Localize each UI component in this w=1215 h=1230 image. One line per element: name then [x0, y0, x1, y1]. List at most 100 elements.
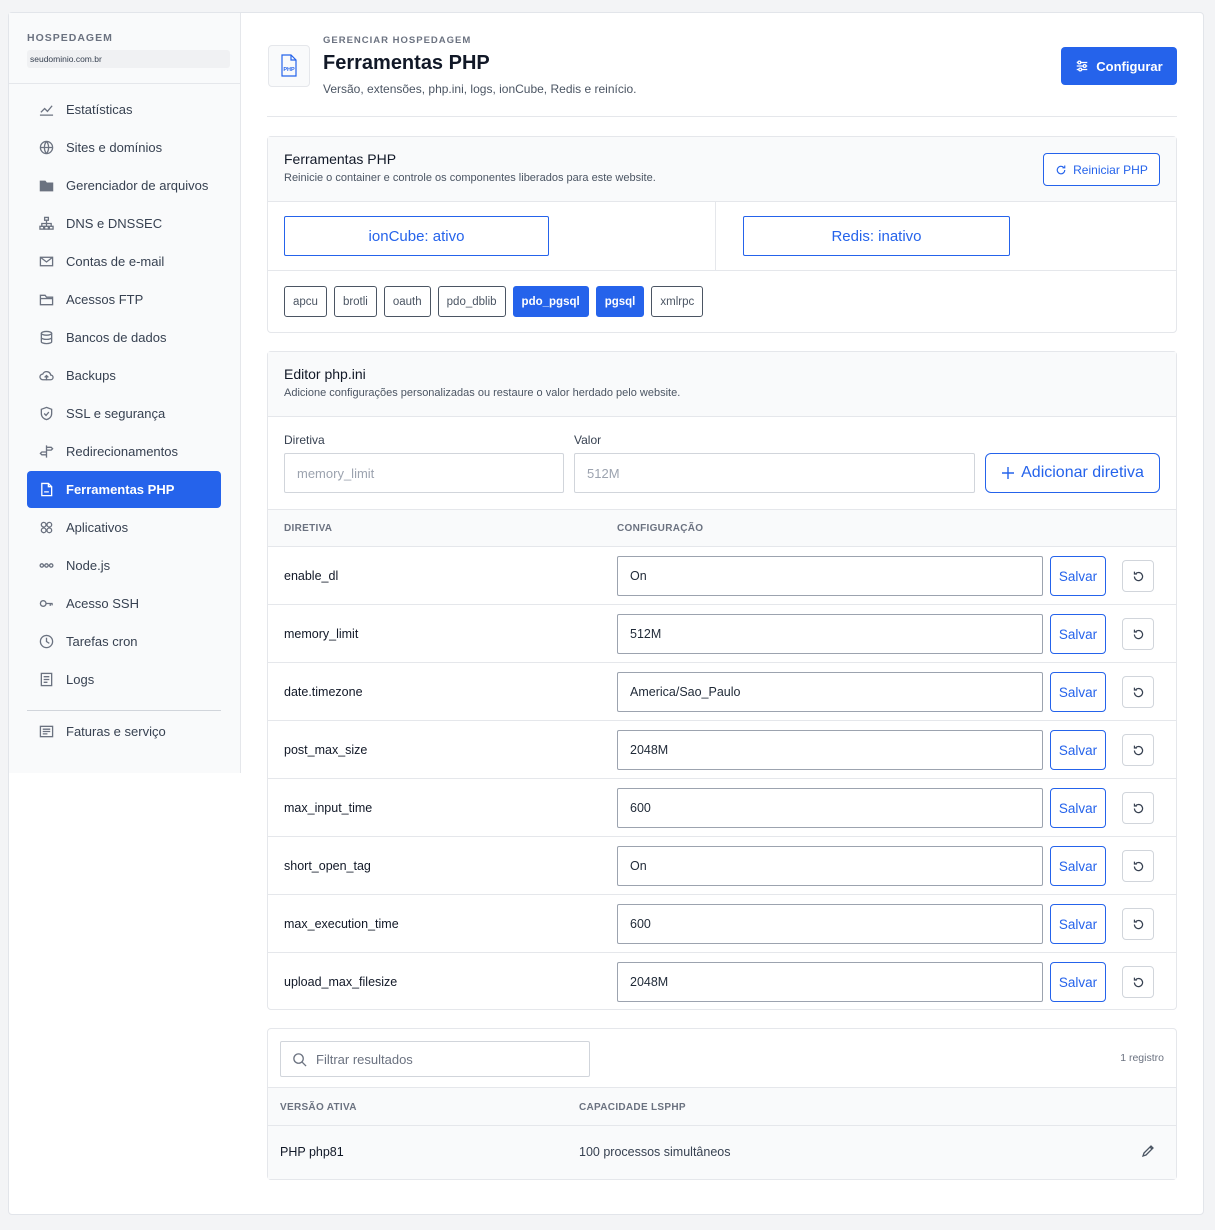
editor-header: Editor php.ini Adicione configurações pe…: [268, 352, 1176, 417]
sidebar-item-label: Aplicativos: [66, 520, 129, 535]
sidebar-item-dns-e-dnssec[interactable]: DNS e DNSSEC: [27, 205, 221, 242]
sidebar-item-sites-e-dom-nios[interactable]: Sites e domínios: [27, 129, 221, 166]
sidebar-item-label: Node.js: [66, 558, 111, 573]
reset-icon[interactable]: [1122, 966, 1154, 998]
sidebar-nav: Estatísticas Sites e domínios Gerenciador …: [27, 91, 221, 751]
domain-selector[interactable]: seudominio.com.br: [27, 50, 230, 68]
table-row: max_input_time 600 Salvar: [268, 778, 1176, 836]
reset-icon[interactable]: [1122, 618, 1154, 650]
extension-chip-brotli[interactable]: brotli: [333, 286, 377, 317]
sidebar-item-acessos-ftp[interactable]: Acessos FTP: [27, 281, 221, 318]
save-button[interactable]: Salvar: [1050, 788, 1106, 828]
capacity-value: 100 processos simultâneos: [579, 1145, 731, 1159]
php-tools-header: Ferramentas PHP Reinicie o container e c…: [268, 137, 1176, 202]
sidebar-item-node-js[interactable]: Node.js: [27, 547, 221, 584]
directive-name: upload_max_filesize: [284, 975, 398, 989]
signpost-icon: [38, 444, 54, 460]
table-row: enable_dl On Salvar: [268, 546, 1176, 604]
directive-value-input[interactable]: 512M: [617, 614, 1043, 654]
extensions-list: apcu brotli oauth pdo_dblib pdo_pgsql pgsql xm…: [284, 286, 704, 317]
save-button[interactable]: Salvar: [1050, 614, 1106, 654]
reset-icon[interactable]: [1122, 676, 1154, 708]
php-tools-title: Ferramentas PHP: [284, 151, 397, 167]
filter-input[interactable]: Filtrar resultados: [280, 1041, 590, 1077]
extension-chip-pdo-pgsql[interactable]: pdo_pgsql: [512, 286, 589, 317]
sidebar-item-logs[interactable]: Logs: [27, 661, 221, 698]
ioncube-toggle[interactable]: ionCube: ativo: [284, 216, 549, 256]
add-directive-button[interactable]: Adicionar diretiva: [985, 453, 1160, 493]
redis-toggle[interactable]: Redis: inativo: [743, 216, 1010, 256]
reset-icon[interactable]: [1122, 792, 1154, 824]
extension-chip-xmlrpc[interactable]: xmlrpc: [651, 286, 704, 317]
folder-open-icon: [38, 292, 54, 308]
sidebar-item-label: Redirecionamentos: [66, 444, 179, 459]
log-file-icon: [38, 672, 54, 688]
folder-icon: [38, 178, 54, 194]
directive-name: date.timezone: [284, 685, 363, 699]
php-versions-card: Filtrar resultados 1 registro VERSÃO ATI…: [267, 1028, 1177, 1180]
sidebar-item-redirecionamentos[interactable]: Redirecionamentos: [27, 433, 221, 470]
network-icon: [38, 216, 54, 232]
sidebar-item-faturas-e-servi-o[interactable]: Faturas e serviço: [27, 713, 221, 750]
configure-button[interactable]: Configurar: [1061, 47, 1177, 85]
configure-button-label: Configurar: [1096, 58, 1163, 74]
sidebar-item-label: Logs: [66, 672, 95, 687]
save-button[interactable]: Salvar: [1050, 904, 1106, 944]
sidebar-item-ssl-e-seguran-a[interactable]: SSL e segurança: [27, 395, 221, 432]
toggle-divider: [715, 202, 716, 271]
sidebar-item-ferramentas-php[interactable]: Ferramentas PHP: [27, 471, 221, 508]
key-icon: [38, 596, 54, 612]
extension-chip-pgsql[interactable]: pgsql: [595, 286, 645, 317]
edit-pencil-icon[interactable]: [1140, 1143, 1158, 1161]
table-row: memory_limit 512M Salvar: [268, 604, 1176, 662]
directive-value-input[interactable]: On: [617, 556, 1043, 596]
database-icon: [38, 330, 54, 346]
sidebar-item-estat-sticas[interactable]: Estatísticas: [27, 91, 221, 128]
php-file-icon: PHP: [268, 45, 310, 87]
sidebar-item-label: Bancos de dados: [66, 330, 167, 345]
add-directive-label: Adicionar diretiva: [1021, 464, 1144, 481]
directive-value-input[interactable]: America/Sao_Paulo: [617, 672, 1043, 712]
value-input[interactable]: 512M: [574, 453, 975, 493]
editor-title: Editor php.ini: [284, 366, 366, 382]
sidebar-item-bancos-de-dados[interactable]: Bancos de dados: [27, 319, 221, 356]
reset-icon[interactable]: [1122, 908, 1154, 940]
directive-label: Diretiva: [284, 433, 325, 447]
sidebar-item-contas-de-e-mail[interactable]: Contas de e-mail: [27, 243, 221, 280]
sidebar-item-tarefas-cron[interactable]: Tarefas cron: [27, 623, 221, 660]
restart-php-button[interactable]: Reiniciar PHP: [1043, 153, 1160, 186]
sidebar-item-label: SSL e segurança: [66, 406, 166, 421]
reset-icon[interactable]: [1122, 734, 1154, 766]
directive-value-input[interactable]: 600: [617, 788, 1043, 828]
reset-icon[interactable]: [1122, 560, 1154, 592]
table-row: max_execution_time 600 Salvar: [268, 894, 1176, 952]
save-button[interactable]: Salvar: [1050, 672, 1106, 712]
directive-value-input[interactable]: On: [617, 846, 1043, 886]
directive-value-input[interactable]: 600: [617, 904, 1043, 944]
sidebar-divider: [27, 710, 221, 711]
directive-value-input[interactable]: 2048M: [617, 962, 1043, 1002]
table-row: short_open_tag On Salvar: [268, 836, 1176, 894]
sidebar-item-acesso-ssh[interactable]: Acesso SSH: [27, 585, 221, 622]
table-row: date.timezone America/Sao_Paulo Salvar: [268, 662, 1176, 720]
sliders-icon: [1077, 60, 1088, 72]
extension-chip-pdo-dblib[interactable]: pdo_dblib: [437, 286, 506, 317]
extension-chip-oauth[interactable]: oauth: [383, 286, 431, 317]
sidebar-item-aplicativos[interactable]: Aplicativos: [27, 509, 221, 546]
sidebar-item-label: Gerenciador de arquivos: [66, 178, 209, 193]
col-active-version: VERSÃO ATIVA: [280, 1102, 357, 1113]
envelope-icon: [38, 254, 54, 270]
directive-value-input[interactable]: 2048M: [617, 730, 1043, 770]
save-button[interactable]: Salvar: [1050, 846, 1106, 886]
sidebar-item-backups[interactable]: Backups: [27, 357, 221, 394]
reset-icon[interactable]: [1122, 850, 1154, 882]
save-button[interactable]: Salvar: [1050, 556, 1106, 596]
extension-chip-apcu[interactable]: apcu: [284, 286, 327, 317]
sidebar-item-gerenciador-de-arquivos[interactable]: Gerenciador de arquivos: [27, 167, 221, 204]
col-directive: DIRETIVA: [284, 523, 333, 534]
save-button[interactable]: Salvar: [1050, 962, 1106, 1002]
save-button[interactable]: Salvar: [1050, 730, 1106, 770]
directive-name: enable_dl: [284, 569, 339, 583]
value-label: Valor: [574, 433, 602, 447]
directive-input[interactable]: memory_limit: [284, 453, 564, 493]
